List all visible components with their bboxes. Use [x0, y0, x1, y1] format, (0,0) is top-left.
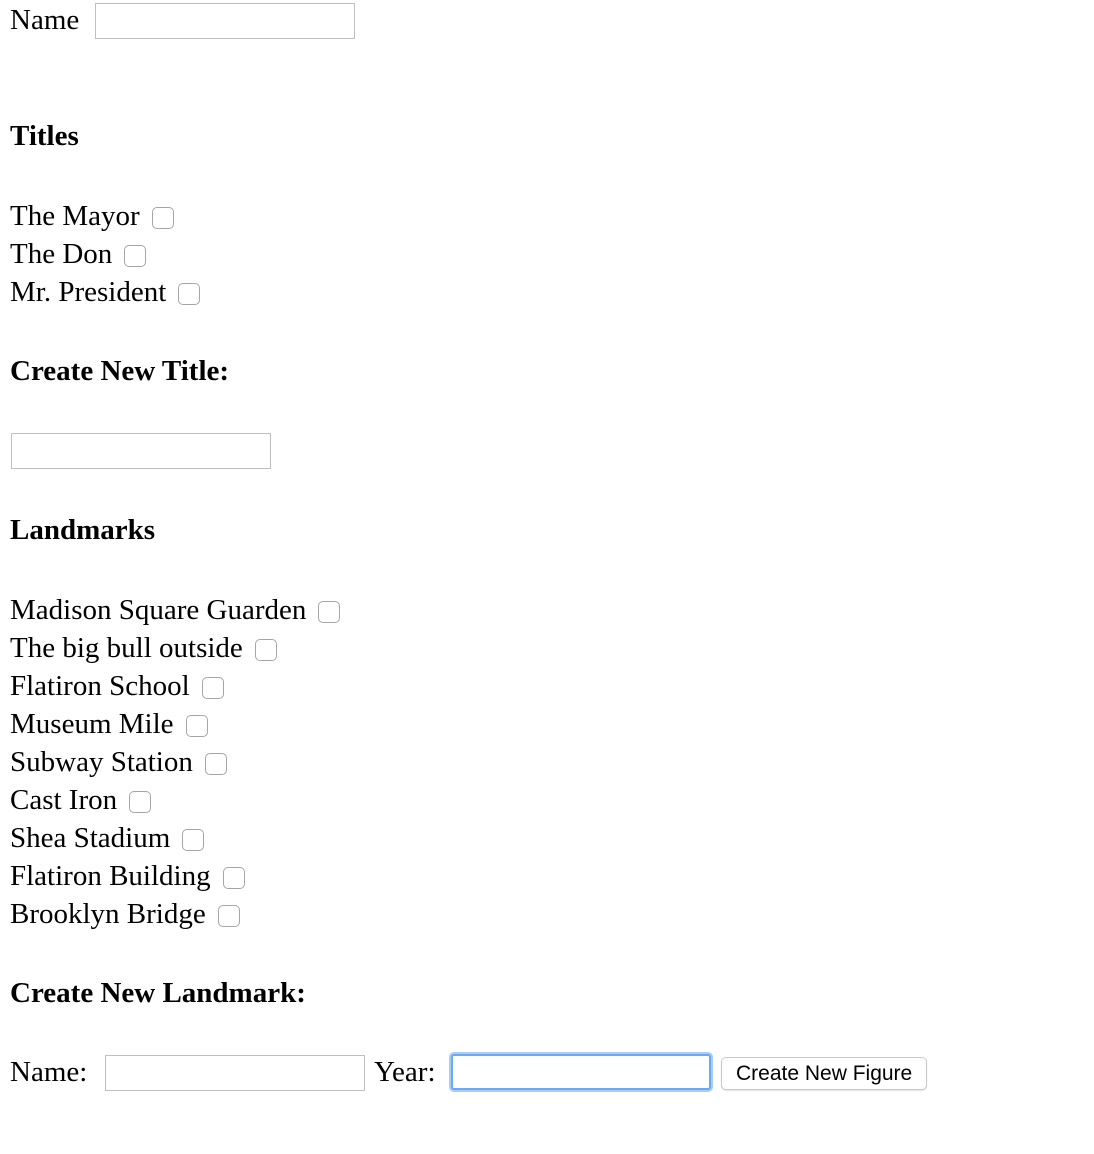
create-new-figure-button[interactable]: Create New Figure [721, 1057, 928, 1090]
titles-heading: Titles [10, 120, 79, 152]
name-label: Name [10, 4, 80, 36]
title-item-the-mayor: The Mayor [10, 197, 200, 235]
title-checkbox-mr-president[interactable] [178, 283, 201, 305]
landmark-checkbox-museum-mile[interactable] [185, 715, 208, 737]
title-item-mr-president: Mr. President [10, 273, 201, 311]
create-title-heading: Create New Title: [10, 355, 230, 387]
landmark-item: Flatiron School [10, 667, 340, 705]
landmark-item: Shea Stadium [10, 819, 340, 857]
landmark-checkbox-brooklyn-bridge[interactable] [217, 905, 240, 927]
landmark-item-label: The big bull outside [10, 631, 243, 664]
landmark-item-label: Shea Stadium [10, 821, 171, 854]
landmark-checkbox-subway-station[interactable] [204, 753, 227, 775]
landmark-checkbox-the-big-bull-outside[interactable] [254, 639, 277, 661]
landmark-year-input[interactable] [451, 1054, 711, 1090]
landmark-item-label: Madison Square Guarden [10, 593, 307, 626]
new-title-input[interactable] [11, 433, 271, 469]
title-checkbox-the-mayor[interactable] [151, 207, 174, 229]
title-item-label: The Don [10, 237, 113, 270]
landmark-year-label: Year: [374, 1056, 436, 1088]
landmark-item: Brooklyn Bridge [10, 895, 340, 933]
landmark-checkbox-flatiron-building[interactable] [222, 867, 245, 889]
landmark-item-label: Flatiron School [10, 669, 190, 702]
landmark-item-label: Brooklyn Bridge [10, 897, 206, 930]
landmark-checkbox-shea-stadium[interactable] [182, 829, 205, 851]
landmark-checkbox-flatiron-school[interactable] [201, 677, 224, 699]
title-checkbox-the-don[interactable] [124, 245, 147, 267]
landmark-item-label: Subway Station [10, 745, 193, 778]
landmark-item-label: Museum Mile [10, 707, 174, 740]
name-input[interactable] [95, 3, 355, 39]
title-item-label: Mr. President [10, 275, 167, 308]
landmark-item: Flatiron Building [10, 857, 340, 895]
landmarks-heading: Landmarks [10, 514, 156, 546]
create-landmark-heading: Create New Landmark: [10, 977, 306, 1009]
landmark-name-label: Name: [10, 1056, 88, 1088]
landmark-item-label: Flatiron Building [10, 859, 211, 892]
landmark-item: Cast Iron [10, 781, 340, 819]
title-item-the-don: The Don [10, 235, 200, 273]
landmark-item-label: Cast Iron [10, 783, 118, 816]
landmark-checkbox-madison-square-guarden[interactable] [318, 601, 341, 623]
landmarks-list: Madison Square Guarden The big bull outs… [10, 591, 341, 933]
titles-list: The Mayor The Don Mr. President [10, 197, 201, 311]
landmark-name-input[interactable] [105, 1055, 365, 1091]
landmark-item: Museum Mile [10, 705, 340, 743]
landmark-item: Subway Station [10, 743, 340, 781]
landmark-checkbox-cast-iron[interactable] [129, 791, 152, 813]
landmark-item: Madison Square Guarden [10, 591, 341, 629]
landmark-item: The big bull outside [10, 629, 340, 667]
title-item-label: The Mayor [10, 199, 140, 232]
